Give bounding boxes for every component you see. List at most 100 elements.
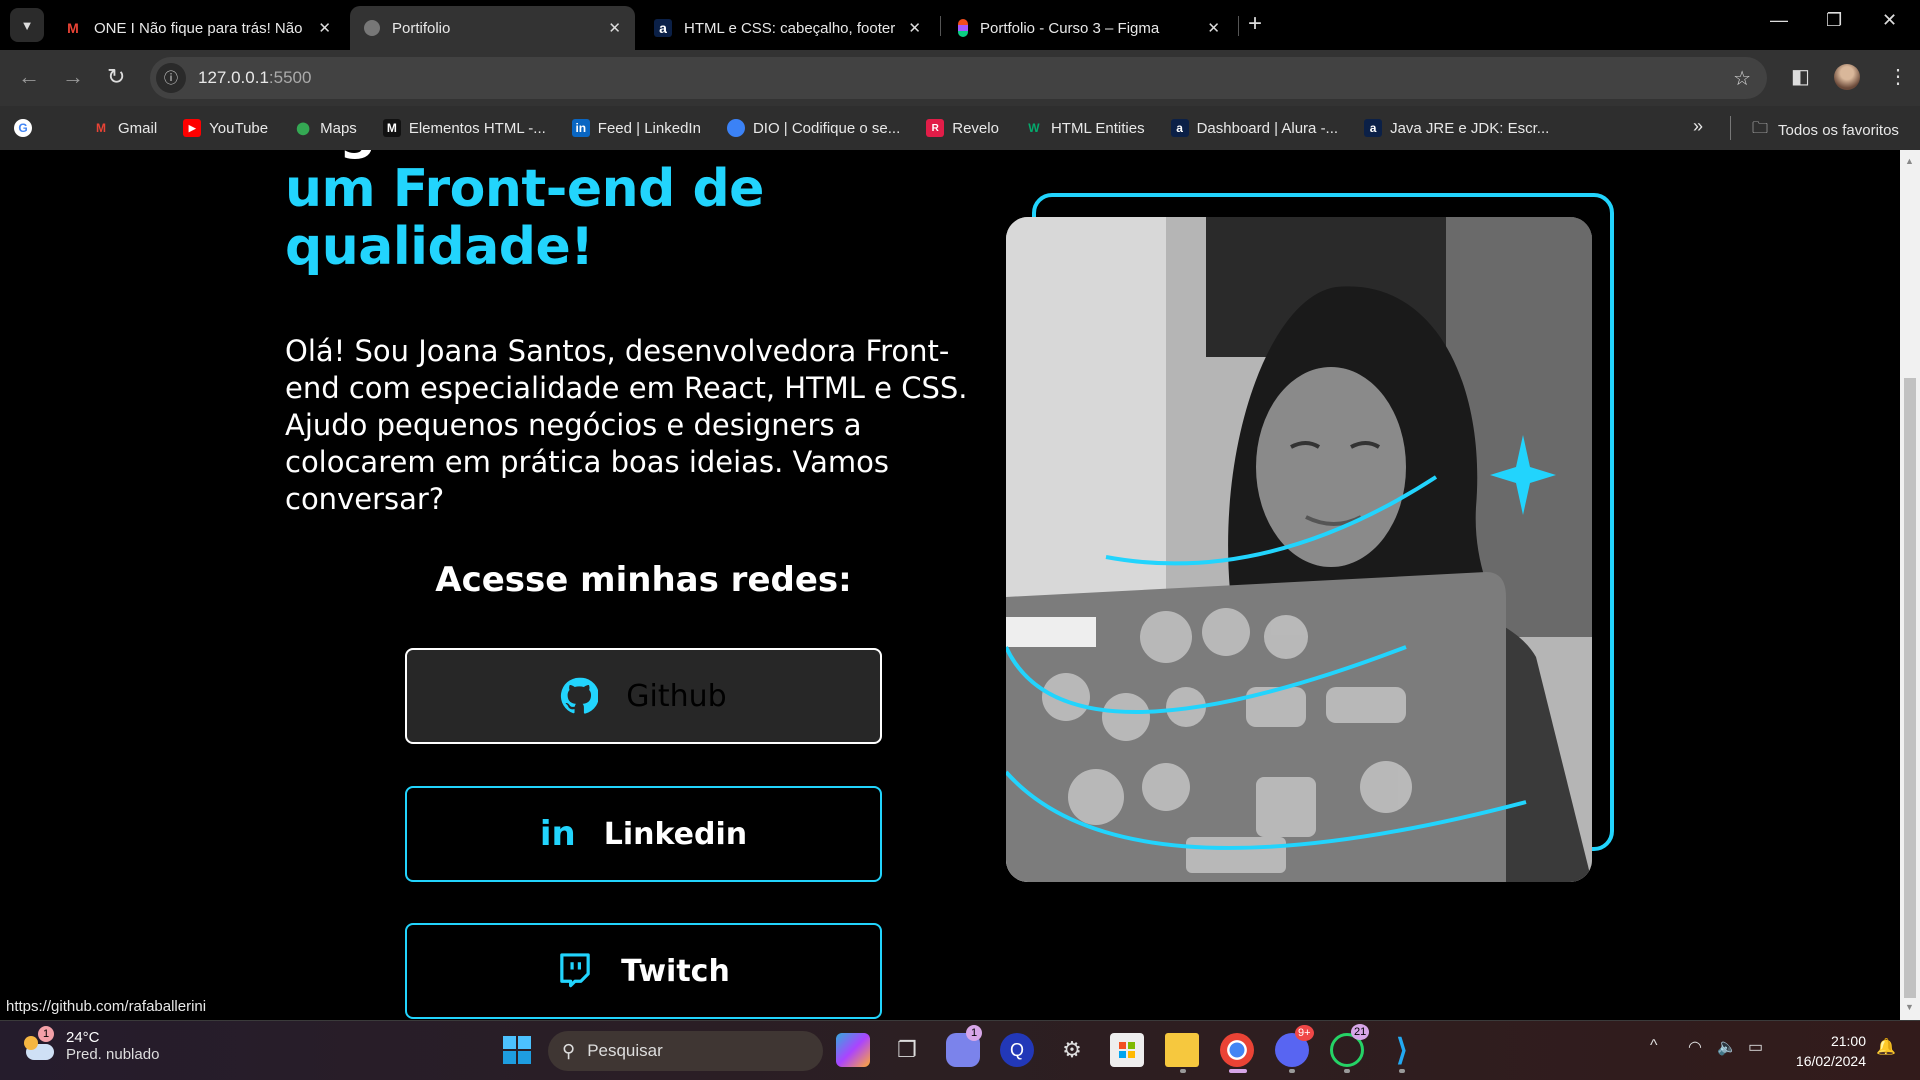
- dio-icon: [726, 119, 745, 137]
- bookmarks-separator: [1730, 116, 1731, 140]
- system-clock[interactable]: 21:00 16/02/2024: [1780, 1031, 1866, 1071]
- bookmark-gmail[interactable]: M Gmail: [92, 119, 157, 137]
- bookmark-dio[interactable]: DIO | Codifique o se...: [726, 119, 900, 137]
- browser-toolbar: ← → ↻ ⓘ 127.0.0.1:5500 ☆ ◧ ⋮: [0, 50, 1920, 106]
- gmail-icon: M: [96, 121, 106, 135]
- profile-photo: [1006, 217, 1592, 882]
- windows-taskbar: 1 24°C Pred. nublado ⚲ Pesquisar ❐ 1 Q ⚙…: [0, 1020, 1920, 1080]
- show-hidden-icons[interactable]: ^: [1650, 1037, 1658, 1055]
- tab-alura[interactable]: a HTML e CSS: cabeçalho, footer e ✕: [640, 6, 935, 50]
- close-tab-icon[interactable]: ✕: [608, 19, 621, 37]
- search-icon: ⚲: [562, 1040, 576, 1061]
- profile-avatar[interactable]: [1834, 64, 1860, 90]
- tab-separator: [1238, 16, 1239, 36]
- address-bar[interactable]: ⓘ 127.0.0.1:5500 ☆: [150, 57, 1767, 99]
- running-indicator: [1344, 1069, 1350, 1073]
- close-tab-icon[interactable]: ✕: [908, 19, 921, 37]
- linkedin-button[interactable]: in Linkedin: [405, 786, 882, 882]
- windows-start-icon[interactable]: [500, 1033, 534, 1067]
- side-panel-icon[interactable]: ◧: [1791, 64, 1810, 89]
- bookmark-youtube[interactable]: ▶ YouTube: [183, 119, 268, 137]
- revelo-icon: R: [926, 119, 945, 137]
- battery-icon[interactable]: ▭: [1748, 1037, 1763, 1057]
- bookmark-star-icon[interactable]: ☆: [1733, 66, 1751, 91]
- tab-bar: ▼ M ONE I Não fique para trás! Não ✕ Por…: [0, 0, 1920, 50]
- bookmark-html-entities[interactable]: W HTML Entities: [1025, 119, 1144, 137]
- running-indicator: [1180, 1069, 1186, 1073]
- linkedin-icon: in: [539, 814, 576, 854]
- volume-icon[interactable]: 🔈: [1717, 1037, 1737, 1057]
- microsoft-store-icon[interactable]: [1110, 1033, 1144, 1067]
- site-info-icon[interactable]: ⓘ: [156, 63, 186, 93]
- w3-icon: W: [1028, 121, 1040, 135]
- close-window-button[interactable]: ✕: [1882, 10, 1897, 31]
- maps-icon: ⬤: [296, 121, 310, 135]
- social-title: Acesse minhas redes:: [435, 560, 852, 600]
- bookmarks-bar: G M Gmail ▶ YouTube ⬤ Maps M Elementos HTML …: [0, 106, 1920, 150]
- tab-portifolio[interactable]: Portifolio ✕: [350, 6, 635, 50]
- file-explorer-icon[interactable]: [1165, 1033, 1199, 1067]
- twitch-button[interactable]: Twitch: [405, 923, 882, 1019]
- minimize-button[interactable]: —: [1770, 10, 1788, 31]
- menu-icon[interactable]: ⋮: [1888, 64, 1908, 89]
- youtube-icon: ▶: [183, 119, 202, 137]
- notification-bell-icon[interactable]: 🔔: [1876, 1037, 1896, 1057]
- alura-icon: a: [654, 19, 672, 37]
- twitch-icon: [557, 952, 593, 990]
- globe-icon: [364, 20, 380, 36]
- more-bookmarks-icon[interactable]: »: [1693, 116, 1703, 137]
- wifi-icon[interactable]: ◠: [1688, 1037, 1702, 1057]
- copilot-icon[interactable]: [836, 1033, 870, 1067]
- gmail-icon: M: [67, 20, 79, 36]
- status-bar-url: https://github.com/rafaballerini: [0, 995, 213, 1019]
- running-indicator: [1289, 1069, 1295, 1073]
- mdn-icon: M: [382, 119, 401, 137]
- bookmark-revelo[interactable]: R Revelo: [926, 119, 999, 137]
- tab-gmail[interactable]: M ONE I Não fique para trás! Não ✕: [50, 6, 345, 50]
- page-scrollbar[interactable]: ▲ ▼: [1900, 150, 1920, 1020]
- tab-figma[interactable]: Portfolio - Curso 3 – Figma ✕: [944, 6, 1234, 50]
- forward-button[interactable]: →: [62, 64, 84, 90]
- teams-icon[interactable]: 1: [946, 1025, 982, 1067]
- new-tab-button[interactable]: +: [1248, 10, 1262, 38]
- bookmark-dashboard-alura[interactable]: a Dashboard | Alura -...: [1170, 119, 1338, 137]
- discord-icon[interactable]: 9+: [1275, 1025, 1314, 1067]
- url-text[interactable]: 127.0.0.1:5500: [198, 68, 311, 88]
- alura-icon: a: [1364, 119, 1383, 137]
- hero-headline: digital a outro nível com um Front-end d…: [285, 150, 990, 277]
- app-search-icon[interactable]: Q: [1000, 1033, 1034, 1067]
- bookmark-java-jre[interactable]: a Java JRE e JDK: Escr...: [1364, 119, 1549, 137]
- linkedin-icon: in: [571, 119, 590, 137]
- google-apps-icon[interactable]: G: [14, 119, 40, 137]
- close-tab-icon[interactable]: ✕: [318, 19, 331, 37]
- github-icon: [560, 677, 599, 715]
- chrome-icon[interactable]: [1220, 1033, 1254, 1067]
- reload-button[interactable]: ↻: [107, 64, 125, 90]
- intro-paragraph: Olá! Sou Joana Santos, desenvolvedora Fr…: [285, 334, 968, 516]
- scroll-down-icon[interactable]: ▼: [1905, 1002, 1914, 1012]
- running-indicator: [1399, 1069, 1405, 1073]
- taskbar-search[interactable]: ⚲ Pesquisar: [548, 1031, 823, 1071]
- tab-search-button[interactable]: ▼: [10, 8, 44, 42]
- settings-gear-icon[interactable]: ⚙: [1055, 1033, 1089, 1067]
- task-view-icon[interactable]: ❐: [890, 1033, 924, 1067]
- whatsapp-icon[interactable]: 21: [1330, 1024, 1370, 1067]
- scroll-up-icon[interactable]: ▲: [1905, 156, 1914, 166]
- bookmark-elementos-html[interactable]: M Elementos HTML -...: [382, 119, 546, 137]
- bookmark-linkedin[interactable]: in Feed | LinkedIn: [571, 119, 701, 137]
- scrollbar-thumb[interactable]: [1904, 378, 1916, 998]
- page-viewport: digital a outro nível com um Front-end d…: [0, 150, 1900, 1020]
- bookmark-maps[interactable]: ⬤ Maps: [294, 119, 356, 137]
- vscode-icon[interactable]: ⟩: [1385, 1033, 1419, 1067]
- chevron-down-icon: ▼: [20, 17, 34, 33]
- alura-icon: a: [1170, 119, 1189, 137]
- all-bookmarks-button[interactable]: 🗀 Todos os favoritos: [1752, 117, 1899, 144]
- weather-badge: 1: [38, 1026, 54, 1042]
- weather-widget[interactable]: 1 24°C Pred. nublado: [24, 1026, 159, 1063]
- active-indicator: [1229, 1069, 1247, 1073]
- figma-icon: [958, 19, 968, 37]
- restore-button[interactable]: ❐: [1826, 10, 1842, 31]
- github-button[interactable]: Github: [405, 648, 882, 744]
- back-button[interactable]: ←: [18, 64, 40, 90]
- close-tab-icon[interactable]: ✕: [1207, 19, 1220, 37]
